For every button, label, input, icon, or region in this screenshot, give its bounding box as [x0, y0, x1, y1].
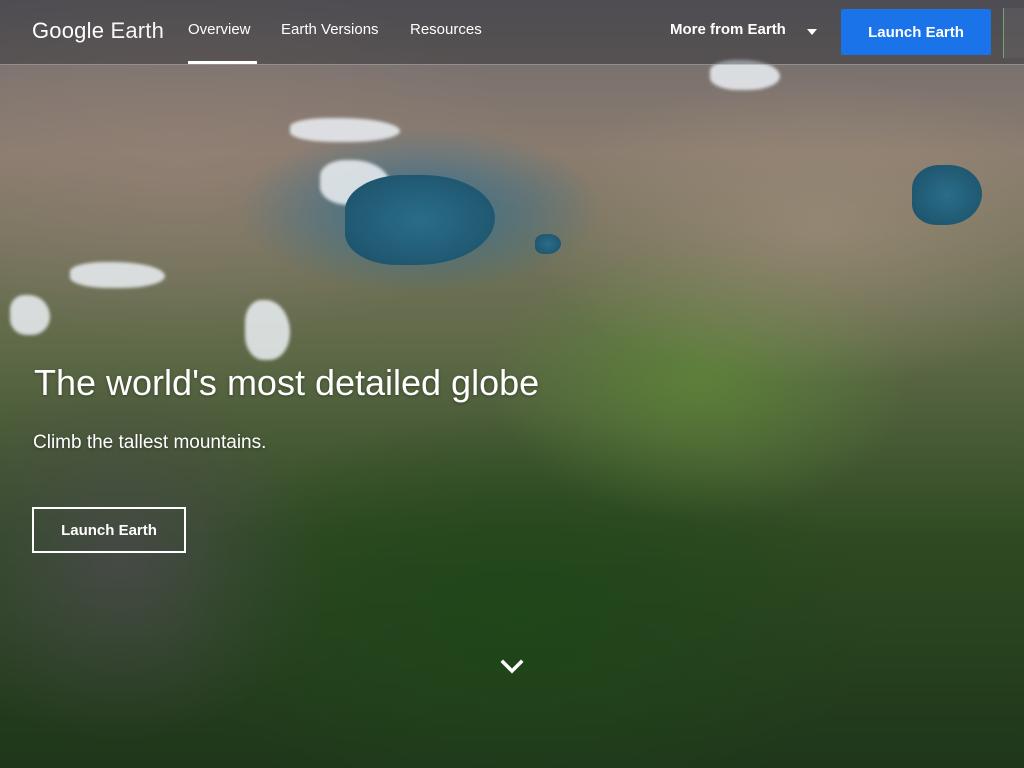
nav-overview[interactable]: Overview: [188, 21, 251, 38]
lake: [912, 165, 982, 225]
snow-patch: [70, 262, 165, 288]
caret-down-icon[interactable]: [807, 29, 817, 35]
scroll-down-button[interactable]: [493, 645, 531, 688]
snow-patch: [245, 300, 290, 360]
top-header: Google Earth Overview Earth Versions Res…: [0, 0, 1024, 65]
more-from-earth-menu[interactable]: More from Earth: [670, 21, 786, 38]
lake: [535, 234, 561, 254]
snow-patch: [290, 118, 400, 142]
hero-title: The world's most detailed globe: [34, 362, 540, 403]
chevron-down-icon: [500, 659, 524, 673]
hero-subtitle: Climb the tallest mountains.: [33, 432, 267, 453]
launch-earth-hero-label: Launch Earth: [61, 521, 157, 539]
logo-brand: Google: [32, 18, 105, 43]
google-earth-logo[interactable]: Google Earth: [32, 18, 164, 44]
launch-earth-button-hero[interactable]: Launch Earth: [32, 507, 186, 553]
overflow-edge-control[interactable]: [1003, 8, 1024, 58]
snow-patch: [10, 295, 50, 335]
launch-earth-header-label: Launch Earth: [868, 23, 964, 41]
logo-product: Earth: [110, 18, 165, 43]
nav-active-indicator: [188, 61, 257, 64]
lake: [345, 175, 495, 265]
nav-earth-versions[interactable]: Earth Versions: [281, 21, 379, 38]
launch-earth-button-header[interactable]: Launch Earth: [841, 9, 991, 55]
nav-resources[interactable]: Resources: [410, 21, 482, 38]
page: Google Earth Overview Earth Versions Res…: [0, 0, 1024, 768]
